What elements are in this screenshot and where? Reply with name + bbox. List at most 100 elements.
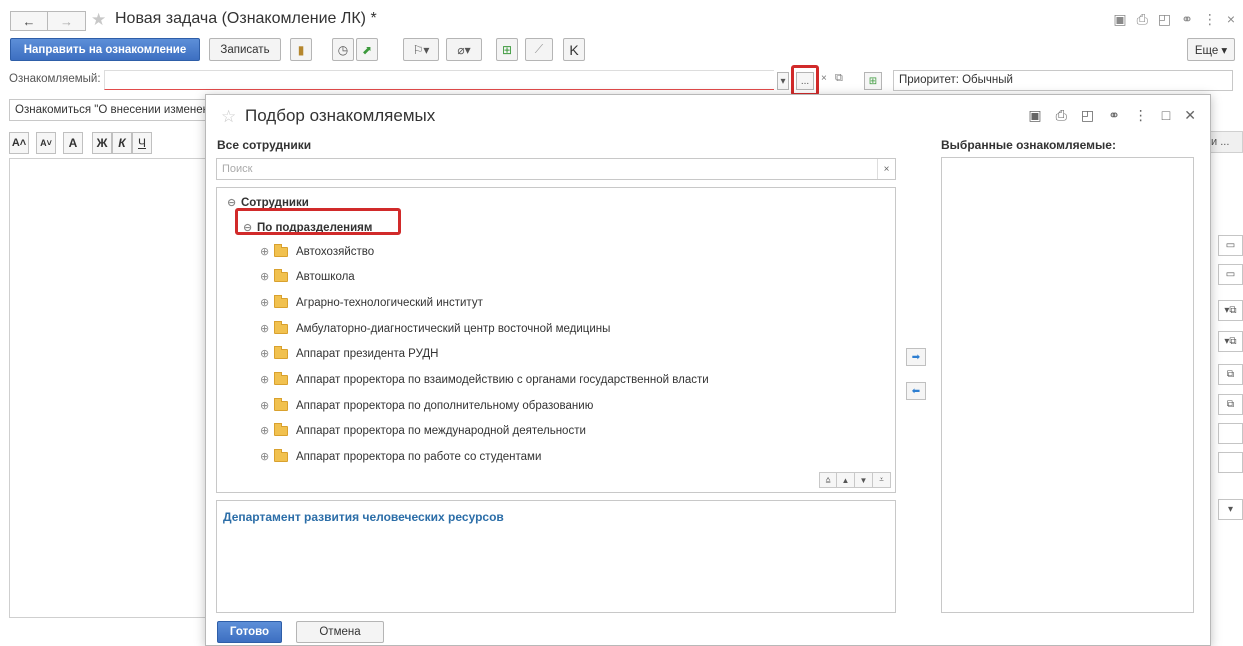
tree-item[interactable]: ⊕ Амбулаторно-диагностический центр восто… <box>260 320 610 335</box>
open-button-2[interactable]: ⧉ <box>1218 394 1243 415</box>
text-editor[interactable] <box>9 158 209 618</box>
add-button[interactable]: ⊞ <box>864 72 882 90</box>
clear-search-icon[interactable]: × <box>877 159 895 179</box>
employees-tree: ⊖ Сотрудники ⊖ По подразделениям ⊕ Автохо… <box>216 187 896 493</box>
dialog-controls: ▣ ⎙ ◰ ⚭ ⋮ □ ✕ <box>1028 107 1196 124</box>
chart-button[interactable]: ⟋ <box>525 38 553 61</box>
all-employees-label: Все сотрудники <box>217 138 312 152</box>
empty-field-2[interactable] <box>1218 452 1243 473</box>
forward-button[interactable]: → <box>48 11 86 31</box>
open-icon: ⧉ <box>1226 399 1235 410</box>
move-last-button[interactable]: ⩡ <box>873 472 891 488</box>
underline-button[interactable]: Ч <box>132 132 152 154</box>
tree-item[interactable]: ⊕ Аппарат проректора по дополнительному о… <box>260 397 593 412</box>
print-icon[interactable]: ⎙ <box>1137 11 1148 28</box>
move-first-button[interactable]: ⩠ <box>819 472 837 488</box>
tree-item[interactable]: ⊕ Автошкола <box>260 268 355 283</box>
reviewer-input[interactable] <box>104 70 774 90</box>
folder-icon <box>274 294 288 308</box>
reviewer-row: Ознакомляемый: ▾ ... × ⧉ ⊞ Приоритет: Об… <box>0 65 1243 96</box>
maximize-icon[interactable]: □ <box>1162 107 1170 124</box>
expand-icon[interactable]: ⊕ <box>260 322 274 335</box>
open-icon[interactable]: ⧉ <box>835 72 843 85</box>
expand-icon[interactable]: ⊕ <box>260 270 274 283</box>
done-button[interactable]: Готово <box>217 621 282 643</box>
clock-button[interactable]: ◷ <box>332 38 354 61</box>
more-button[interactable]: Еще ▾ <box>1187 38 1235 61</box>
tree-item-label: Аппарат президента РУДН <box>296 347 439 360</box>
link-icon[interactable]: ⚭ <box>1108 107 1120 124</box>
flag-dropdown-button[interactable]: ⚐▾ <box>403 38 439 61</box>
font-decrease-button[interactable]: A˅ <box>36 132 56 154</box>
dropdown-1[interactable]: ▾⧉ <box>1218 300 1243 321</box>
link-icon[interactable]: ⚭ <box>1181 11 1193 28</box>
k-button[interactable]: K <box>563 38 585 61</box>
open-button-1[interactable]: ⧉ <box>1218 364 1243 385</box>
expand-icon[interactable]: ⊕ <box>260 399 274 412</box>
remove-from-selected-button[interactable]: ⬅ <box>906 382 926 400</box>
structure-icon: ⊞ <box>501 42 513 57</box>
export-icon: ⬈ <box>361 42 373 57</box>
preview-icon[interactable]: ◰ <box>1158 11 1171 28</box>
menu-more-icon[interactable]: ⋮ <box>1134 107 1148 124</box>
folder-icon <box>274 448 288 462</box>
add-to-selected-button[interactable]: ➡ <box>906 348 926 366</box>
move-down-button[interactable]: ▼ <box>855 472 873 488</box>
save-icon[interactable]: ▣ <box>1028 107 1041 124</box>
reviewer-dropdown[interactable]: ▾ <box>777 72 789 90</box>
dropdown-2[interactable]: ▾⧉ <box>1218 331 1243 352</box>
folder-icon <box>274 268 288 282</box>
select-reviewers-dialog: ☆ Подбор ознакомляемых ▣ ⎙ ◰ ⚭ ⋮ □ ✕ Все… <box>205 94 1211 646</box>
arrow-right-icon: ➡ <box>911 351 921 363</box>
print-icon[interactable]: ⎙ <box>1056 107 1067 124</box>
folder-icon <box>274 243 288 257</box>
bold-button[interactable]: Ж <box>92 132 112 154</box>
search-input[interactable]: Поиск × <box>216 158 896 180</box>
clear-icon[interactable]: × <box>821 73 827 84</box>
date-picker-2[interactable]: ▭ <box>1218 264 1243 285</box>
tree-item[interactable]: ⊕ Автохозяйство <box>260 243 374 258</box>
date-picker-1[interactable]: ▭ <box>1218 235 1243 256</box>
open-icon: ⧉ <box>1226 369 1235 380</box>
font-increase-button[interactable]: A˄ <box>9 132 29 154</box>
selected-reviewers-label: Выбранные ознакомляемые: <box>941 138 1116 152</box>
add-icon: ⊞ <box>868 75 878 87</box>
tree-item[interactable]: ⊕ Аграрно-технологический институт <box>260 294 483 309</box>
empty-field-1[interactable] <box>1218 423 1243 444</box>
tree-item[interactable]: ⊕ Аппарат президента РУДН <box>260 345 439 360</box>
attach-dropdown-button[interactable]: ⌀▾ <box>446 38 482 61</box>
move-up-button[interactable]: ▲ <box>837 472 855 488</box>
priority-field[interactable]: Приоритет: Обычный <box>893 70 1233 91</box>
send-for-review-button[interactable]: Направить на ознакомление <box>10 38 200 61</box>
save-button[interactable]: Записать <box>209 38 281 61</box>
close-icon[interactable]: ✕ <box>1184 107 1196 124</box>
preview-icon[interactable]: ◰ <box>1081 107 1094 124</box>
window-controls: ▣ ⎙ ◰ ⚭ ⋮ × <box>1113 11 1235 28</box>
italic-button[interactable]: К <box>112 132 132 154</box>
structure-button[interactable]: ⊞ <box>496 38 518 61</box>
export-button[interactable]: ⬈ <box>356 38 378 61</box>
folder-icon <box>274 320 288 334</box>
dropdown-3[interactable]: ▾ <box>1218 499 1243 520</box>
tree-item[interactable]: ⊕ Аппарат проректора по международной дея… <box>260 422 586 437</box>
favorite-star-icon[interactable]: ★ <box>91 10 106 30</box>
expand-icon[interactable]: ⊕ <box>260 450 274 463</box>
save-icon[interactable]: ▣ <box>1113 11 1126 28</box>
close-icon[interactable]: × <box>1227 11 1235 28</box>
expand-icon[interactable]: ⊕ <box>260 373 274 386</box>
selected-reviewers-list[interactable] <box>941 157 1194 613</box>
back-button[interactable]: ← <box>10 11 48 31</box>
favorite-star-icon[interactable]: ☆ <box>221 107 236 127</box>
tree-item[interactable]: ⊕ Аппарат проректора по работе со студент… <box>260 448 541 463</box>
menu-more-icon[interactable]: ⋮ <box>1203 11 1217 28</box>
font-style-button[interactable]: A <box>63 132 83 154</box>
folder-icon <box>274 397 288 411</box>
cancel-button[interactable]: Отмена <box>296 621 384 643</box>
book-button[interactable]: ▮ <box>290 38 312 61</box>
expand-icon[interactable]: ⊕ <box>260 347 274 360</box>
expand-icon[interactable]: ⊕ <box>260 296 274 309</box>
expand-icon[interactable]: ⊕ <box>260 245 274 258</box>
expand-icon[interactable]: ⊕ <box>260 424 274 437</box>
subject-field[interactable]: Ознакомиться "О внесении изменен <box>9 99 209 121</box>
tree-item[interactable]: ⊕ Аппарат проректора по взаимодействию с … <box>260 371 709 386</box>
